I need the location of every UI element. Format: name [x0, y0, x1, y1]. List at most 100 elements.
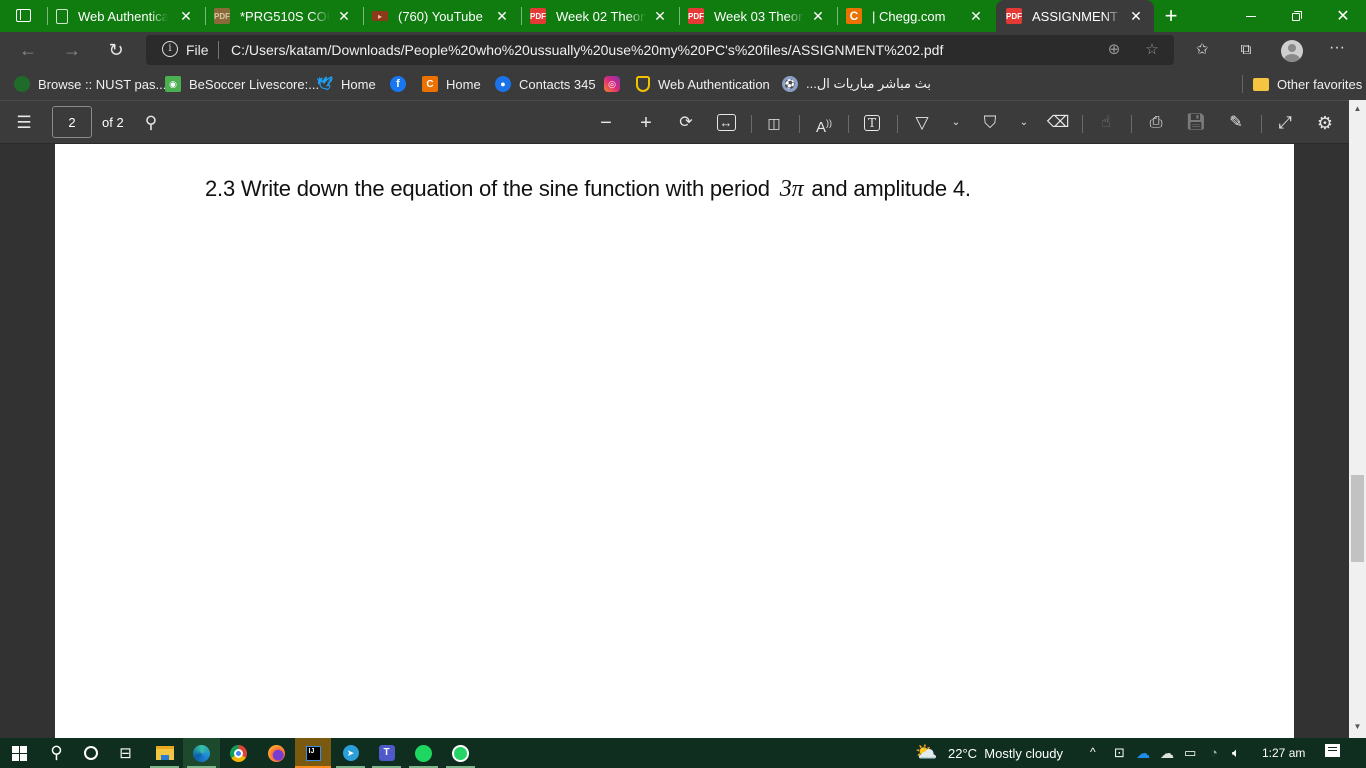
tab-week-02-theory[interactable]: PDF Week 02 Theory S ✕	[530, 0, 678, 32]
collections-icon[interactable]: ⧉	[1235, 39, 1257, 61]
scroll-up-arrow-icon[interactable]: ▲	[1349, 104, 1366, 116]
favorite-contacts[interactable]: ● Contacts 345	[495, 68, 596, 100]
rotate-icon[interactable]: ⟳	[674, 111, 698, 135]
volume-icon[interactable]: 🔈︎	[1232, 745, 1240, 761]
contents-icon[interactable]: ☰	[12, 111, 36, 135]
info-icon[interactable]: i	[162, 41, 178, 57]
folder-icon	[155, 746, 174, 760]
minimize-button[interactable]	[1228, 0, 1274, 32]
highlight-options-chevron-icon[interactable]: ⌄	[1012, 111, 1036, 135]
url-text[interactable]: C:/Users/katam/Downloads/People%20who%20…	[231, 42, 943, 58]
edge-button[interactable]	[183, 738, 220, 768]
wifi-icon[interactable]: ◔	[1210, 745, 1218, 760]
save-icon[interactable]: 💾︎	[1184, 111, 1208, 135]
highlight-icon[interactable]: ⛉	[978, 111, 1002, 135]
print-icon[interactable]: ⎙	[1144, 111, 1168, 135]
back-button[interactable]: ←	[10, 32, 46, 68]
spotify-button[interactable]	[405, 738, 442, 768]
cortana-button[interactable]	[72, 738, 109, 768]
favorite-instagram[interactable]: ◎	[604, 68, 628, 100]
profile-avatar[interactable]	[1281, 40, 1303, 62]
forward-button[interactable]: →	[54, 32, 90, 68]
read-aloud-icon[interactable]: A))	[812, 111, 836, 136]
save-as-icon[interactable]: ✎	[1224, 111, 1248, 135]
sports-icon: ⚽	[782, 76, 798, 92]
settings-icon[interactable]: ⚙	[1313, 111, 1337, 135]
tab-chegg[interactable]: C | Chegg.com ✕	[846, 0, 994, 32]
firefox-button[interactable]	[258, 738, 295, 768]
favorite-web-authentication[interactable]: Web Authentication	[636, 68, 770, 100]
tab-web-authentication[interactable]: Web Authenticati ✕	[56, 0, 204, 32]
refresh-button[interactable]: ↻	[98, 32, 134, 68]
favorite-facebook[interactable]: f	[390, 68, 414, 100]
edge-icon	[193, 744, 210, 762]
page-view-icon[interactable]: ◫	[762, 111, 786, 135]
zoom-icon[interactable]: ⊕	[1104, 40, 1124, 60]
close-tab-icon[interactable]: ✕	[494, 8, 510, 24]
favorite-nust[interactable]: Browse :: NUST pas...	[14, 68, 166, 100]
chegg-icon: C	[422, 76, 438, 92]
more-icon[interactable]: ···	[1326, 37, 1348, 59]
draw-icon[interactable]: ▽	[910, 111, 934, 135]
start-button[interactable]	[0, 738, 38, 768]
touch-write-icon[interactable]: ☝	[1094, 111, 1118, 135]
notifications-icon[interactable]	[1325, 744, 1340, 757]
address-bar[interactable]: i File C:/Users/katam/Downloads/People%2…	[146, 35, 1174, 65]
whatsapp-button[interactable]	[442, 738, 479, 768]
eraser-icon[interactable]: ⌫	[1046, 111, 1070, 135]
meet-now-icon[interactable]: ⊡	[1114, 745, 1125, 761]
teams-button[interactable]: T	[368, 738, 405, 768]
search-icon[interactable]: ⚲	[139, 111, 163, 135]
favorite-arabic-sports[interactable]: ⚽ بث مباشر مباريات ال...	[782, 68, 931, 100]
page-number-input[interactable]	[52, 106, 92, 138]
onedrive-personal-icon[interactable]: ☁	[1160, 745, 1174, 762]
close-tab-icon[interactable]: ✕	[178, 8, 194, 24]
weather-icon[interactable]: ⛅	[915, 742, 937, 763]
show-hidden-icons-chevron-icon[interactable]: ^	[1090, 745, 1096, 759]
scroll-down-arrow-icon[interactable]: ▼	[1349, 722, 1366, 734]
zoom-in-icon[interactable]: +	[634, 111, 658, 135]
document-viewer[interactable]: 2.3 Write down the equation of the sine …	[0, 144, 1349, 738]
add-text-icon[interactable]: T	[860, 111, 884, 135]
clock[interactable]: 1:27 am	[1262, 746, 1305, 760]
vertical-scrollbar[interactable]: ▲ ▼	[1349, 100, 1366, 738]
onedrive-icon[interactable]: ☁	[1136, 745, 1150, 762]
task-view-button[interactable]: ⊟	[107, 738, 144, 768]
intellij-button[interactable]: IJ	[295, 738, 331, 768]
close-tab-icon[interactable]: ✕	[810, 8, 826, 24]
close-tab-icon[interactable]: ✕	[968, 8, 984, 24]
fit-width-icon[interactable]: ↔	[714, 111, 738, 135]
tab-youtube[interactable]: ▸ (760) YouTube ✕	[372, 0, 520, 32]
address-bar-row: ← → ↻ i File C:/Users/katam/Downloads/Pe…	[0, 32, 1366, 68]
draw-options-chevron-icon[interactable]: ⌄	[944, 111, 968, 135]
favorite-besoccer[interactable]: ◉ BeSoccer Livescore:...	[165, 68, 319, 100]
battery-icon[interactable]: ▭	[1184, 745, 1196, 761]
zoom-out-icon[interactable]: −	[594, 111, 618, 135]
weather-text[interactable]: 22°C Mostly cloudy	[948, 746, 1063, 761]
close-tab-icon[interactable]: ✕	[336, 8, 352, 24]
arrow-left-icon: ←	[19, 39, 37, 60]
chrome-button[interactable]	[220, 738, 257, 768]
tab-week-03-theory[interactable]: PDF Week 03 Theory S ✕	[688, 0, 836, 32]
fullscreen-icon[interactable]: ⤢	[1273, 111, 1297, 135]
contacts-icon: ●	[495, 76, 511, 92]
new-tab-button[interactable]: +	[1148, 0, 1194, 32]
telegram-button[interactable]: ➤	[332, 738, 369, 768]
favorites-icon[interactable]: ✩	[1191, 39, 1213, 61]
add-favorite-icon[interactable]: ☆	[1142, 40, 1162, 60]
whatsapp-icon	[452, 744, 469, 762]
close-tab-icon[interactable]: ✕	[652, 8, 668, 24]
close-window-button[interactable]: ✕	[1320, 0, 1366, 32]
file-explorer-button[interactable]	[146, 738, 183, 768]
tab-prg510s[interactable]: PDF *PRG510S COURS ✕	[214, 0, 362, 32]
close-tab-icon[interactable]: ✕	[1128, 8, 1144, 24]
search-button[interactable]: ⚲	[38, 738, 75, 768]
restore-button[interactable]	[1274, 0, 1320, 32]
other-favorites[interactable]: Other favorites	[1253, 68, 1362, 100]
favorite-twitter-home[interactable]: 🕊 Home	[317, 68, 376, 100]
tab-assignment-2[interactable]: PDF ASSIGNMENT 2.p ✕	[996, 0, 1154, 32]
favorite-chegg-home[interactable]: C Home	[422, 68, 481, 100]
tab-actions-icon[interactable]	[16, 9, 31, 22]
teams-icon: T	[378, 745, 395, 761]
scroll-thumb[interactable]	[1351, 475, 1364, 562]
